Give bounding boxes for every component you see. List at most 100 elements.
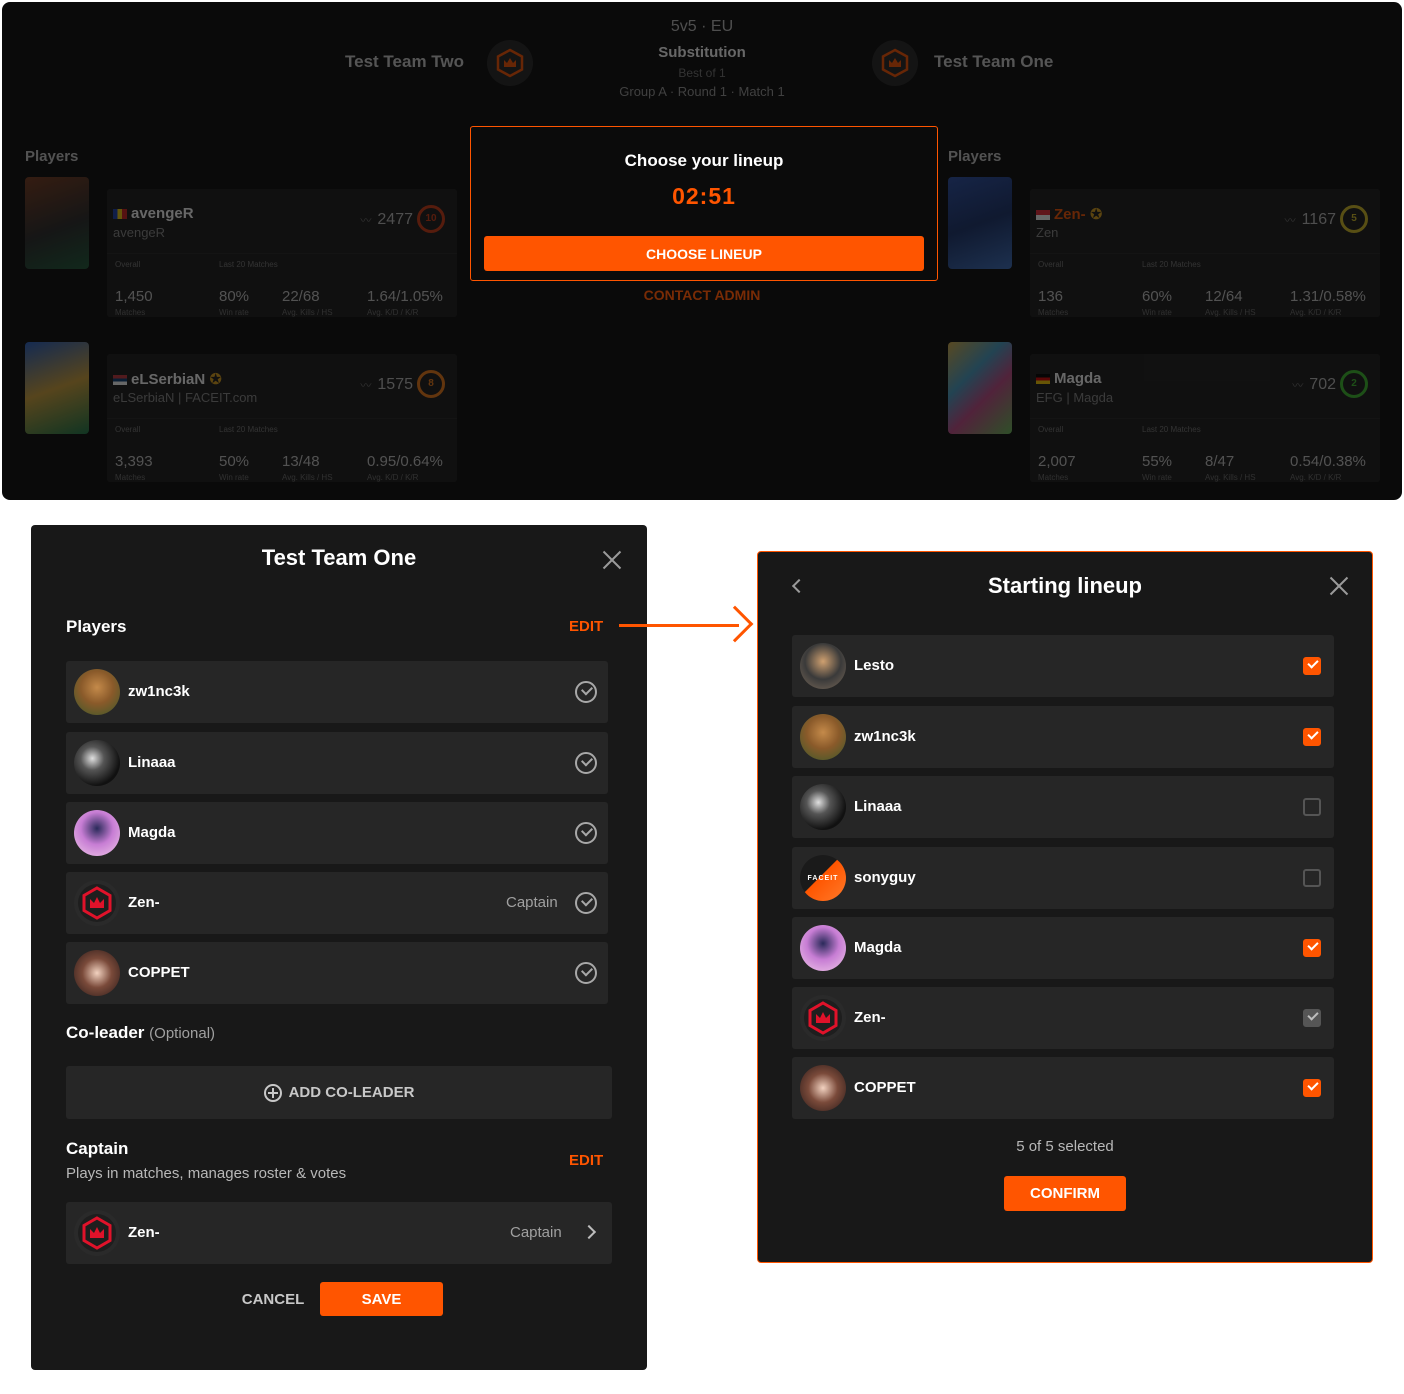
check-circle-icon [575,681,597,703]
team-player-row[interactable]: zw1nc3k [66,661,608,723]
arrow-right-icon [716,605,754,643]
choose-lineup-title: Choose your lineup [624,151,784,170]
coleader-title: Co-leader [66,1023,145,1042]
match-state: Substitution [658,44,746,61]
starting-lineup-title: Starting lineup [988,573,1142,598]
lineup-row[interactable]: COPPET [792,1057,1334,1119]
right-players-label: Players [948,148,1002,165]
player-nickname: avengeR [131,205,194,222]
stat-label-winrate: Win rate [219,473,249,482]
lineup-timer: 02:51 [672,183,736,209]
player-avatar [74,669,120,715]
captain-role: Captain [510,1224,562,1241]
stat-label-kills: Avg. Kills / HS [1205,473,1256,482]
player-avatar [948,177,1012,269]
flag-icon [113,375,127,386]
lineup-row[interactable]: Zen- [792,987,1334,1049]
stat-label-kd: Avg. K/D / K/R [367,473,419,482]
stat-label-kd: Avg. K/D / K/R [1290,473,1342,482]
lineup-checkbox[interactable] [1303,728,1321,746]
player-avatar [74,740,120,786]
stat-winrate: 55% [1142,453,1173,470]
lineup-row[interactable]: Lesto [792,635,1334,697]
team-modal-title: Test Team One [261,545,417,570]
skill-level-icon: 10 [417,205,445,233]
lineup-checkbox[interactable] [1303,798,1321,816]
player-avatar [800,643,846,689]
captain-name: Zen- [128,1224,160,1241]
close-icon[interactable] [601,549,623,571]
player-subname: avengeR [113,225,166,240]
player-avatar [74,1210,120,1256]
check-circle-icon [575,752,597,774]
lineup-checkbox[interactable] [1303,939,1321,957]
stat-kills: 13/48 [282,453,320,470]
stat-label-matches: Matches [1038,473,1069,482]
check-circle-icon [575,822,597,844]
player-subname: EFG | Magda [1036,390,1114,405]
stats-header-last20: Last 20 Matches [219,425,278,434]
zen-logo-icon [804,999,842,1037]
stats-header-last20: Last 20 Matches [1142,260,1201,269]
player-card-elserbian[interactable]: eLSerbiaN ✪ eLSerbiaN | FACEIT.com 〰 1575… [25,342,459,482]
lineup-row[interactable]: Linaaa [792,776,1334,838]
stat-label-kills: Avg. Kills / HS [282,473,333,482]
cancel-button[interactable]: CANCEL [233,1282,313,1316]
skill-level-icon: 8 [417,370,445,398]
team-player-row[interactable]: Magda [66,802,608,864]
lineup-row[interactable]: FACEIT sonyguy [792,847,1334,909]
team-player-row[interactable]: Linaaa [66,732,608,794]
contact-admin-link[interactable]: CONTACT ADMIN [2,287,1402,303]
flag-icon [1036,210,1050,221]
stat-kd: 0.54/0.38% [1290,453,1366,470]
captain-row[interactable]: Zen- Captain [66,1202,612,1264]
stat-label-matches: Matches [115,473,146,482]
choose-lineup-button[interactable]: CHOOSE LINEUP [484,236,924,271]
divider [107,418,457,419]
lineup-checkbox[interactable] [1303,657,1321,675]
lineup-checkbox[interactable] [1303,1079,1321,1097]
team-player-row[interactable]: Zen- Captain [66,872,608,934]
player-card-magda[interactable]: Magda EFG | Magda 〰 702 2 Overall Last 20… [948,342,1382,482]
team-left-logo-icon [487,40,533,86]
stat-kills: 8/47 [1205,453,1235,470]
confirm-button[interactable]: CONFIRM [1004,1176,1126,1211]
lineup-checkbox[interactable] [1303,869,1321,887]
edit-captain-link[interactable]: EDIT [569,1152,603,1169]
coleader-optional: (Optional) [149,1025,216,1042]
team-right-logo-icon [872,40,918,86]
flag-icon [113,209,127,220]
lineup-checkbox-locked [1303,1009,1321,1027]
stat-label-matches: Matches [115,308,146,317]
player-name: zw1nc3k [854,728,916,745]
player-role: Captain [506,894,558,911]
edit-players-link[interactable]: EDIT [569,618,603,635]
stat-label-kd: Avg. K/D / K/R [1290,308,1342,317]
player-avatar [800,925,846,971]
player-elo: 702 [1309,376,1336,393]
player-avatar [948,342,1012,434]
player-avatar [800,995,846,1041]
skill-level-icon: 2 [1340,370,1368,398]
save-button[interactable]: SAVE [320,1282,443,1316]
add-coleader-button[interactable]: ADD CO-LEADER [66,1066,612,1119]
verified-icon: ✪ [209,371,222,388]
lineup-row[interactable]: zw1nc3k [792,706,1334,768]
stats-header-overall: Overall [115,260,141,269]
player-avatar [25,177,89,269]
stat-label-matches: Matches [1038,308,1069,317]
match-header: 5v5 · EU Substitution Best of 1 Group A … [2,2,1402,112]
add-coleader-label: ADD CO-LEADER [288,1084,415,1101]
player-panel: eLSerbiaN ✪ eLSerbiaN | FACEIT.com 〰 1575… [107,354,457,482]
player-name: Magda [128,824,176,841]
lineup-row[interactable]: Magda [792,917,1334,979]
player-nickname: eLSerbiaN [131,371,206,388]
stat-kd: 0.95/0.64% [367,453,443,470]
close-icon[interactable] [1328,575,1350,597]
team-player-row[interactable]: COPPET [66,942,608,1004]
verified-icon: ✪ [1089,206,1103,223]
player-avatar [800,784,846,830]
captain-section-label: Captain [66,1139,129,1158]
stat-winrate: 50% [219,453,250,470]
player-elo: 1167 [1301,211,1336,228]
